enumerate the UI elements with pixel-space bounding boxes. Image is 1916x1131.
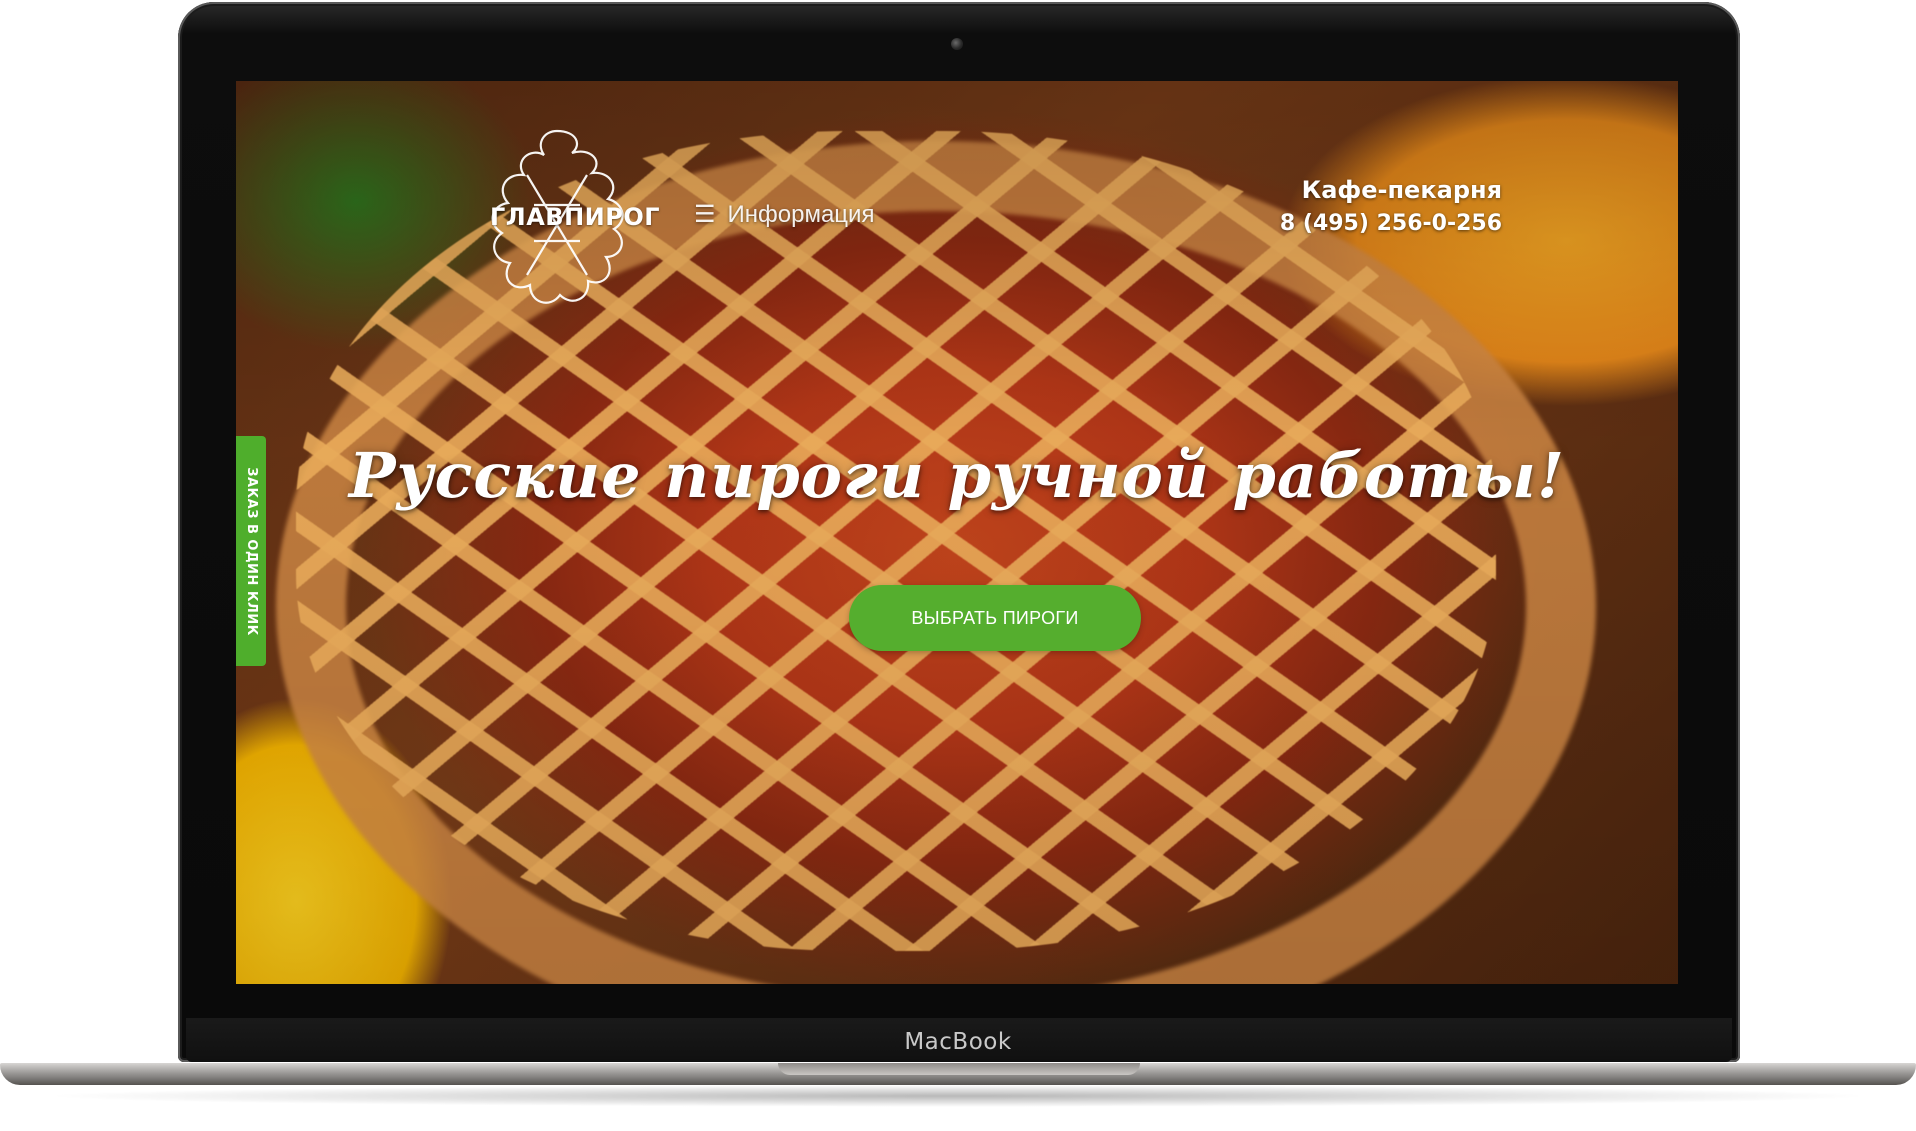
contact-title: Кафе-пекарня: [1301, 176, 1502, 204]
camera-icon: [951, 38, 963, 50]
browser-screen: ГЛАВПИРОГ ☰ Информация Кафе-пекарня 8 (4…: [236, 81, 1678, 984]
hamburger-menu-icon: ☰: [694, 201, 716, 228]
choose-pies-button[interactable]: ВЫБРАТЬ ПИРОГИ: [849, 585, 1141, 651]
laptop-base-notch: [778, 1063, 1140, 1075]
logo-text: ГЛАВПИРОГ: [490, 203, 661, 231]
contact-block: Кафе-пекарня 8 (495) 256-0-256: [1280, 173, 1502, 241]
hero-headline: Русские пироги ручной работы!: [348, 439, 1566, 512]
contact-phone-link[interactable]: 8 (495) 256-0-256: [1280, 207, 1502, 241]
info-menu-button[interactable]: ☰ Информация: [694, 201, 874, 229]
site-logo[interactable]: ГЛАВПИРОГ: [472, 125, 661, 315]
info-menu-label: Информация: [727, 201, 875, 228]
laptop-base-shadow: [40, 1085, 1876, 1107]
device-brand-label: MacBook: [904, 1029, 1012, 1055]
laptop-frame: ГЛАВПИРОГ ☰ Информация Кафе-пекарня 8 (4…: [0, 0, 1916, 1131]
